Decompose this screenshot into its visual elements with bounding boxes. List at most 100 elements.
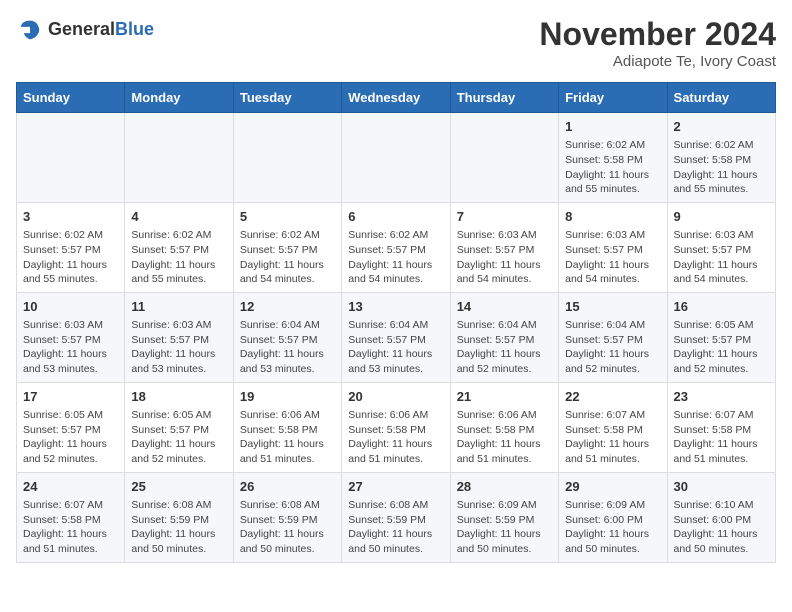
day-of-week-saturday: Saturday <box>667 83 775 113</box>
calendar-cell: 24Sunrise: 6:07 AM Sunset: 5:58 PM Dayli… <box>17 472 125 562</box>
day-number: 8 <box>565 208 660 226</box>
calendar-cell: 26Sunrise: 6:08 AM Sunset: 5:59 PM Dayli… <box>233 472 341 562</box>
calendar-table: SundayMondayTuesdayWednesdayThursdayFrid… <box>16 82 776 563</box>
day-number: 2 <box>674 118 769 136</box>
day-info: Sunrise: 6:06 AM Sunset: 5:58 PM Dayligh… <box>348 408 443 467</box>
calendar-cell <box>17 113 125 203</box>
day-number: 9 <box>674 208 769 226</box>
day-number: 11 <box>131 298 226 316</box>
day-number: 7 <box>457 208 552 226</box>
calendar-week-5: 24Sunrise: 6:07 AM Sunset: 5:58 PM Dayli… <box>17 472 776 562</box>
calendar-cell: 9Sunrise: 6:03 AM Sunset: 5:57 PM Daylig… <box>667 202 775 292</box>
day-info: Sunrise: 6:04 AM Sunset: 5:57 PM Dayligh… <box>348 318 443 377</box>
calendar-week-3: 10 Sunrise: 6:03 AM Sunset: 5:57 PM Dayli… <box>17 292 776 382</box>
day-info: Sunrise: 6:02 AM Sunset: 5:58 PM Dayligh… <box>674 138 769 197</box>
day-info: Sunrise: 6:08 AM Sunset: 5:59 PM Dayligh… <box>240 498 335 557</box>
calendar-cell: 19 Sunrise: 6:06 AM Sunset: 5:58 PM Dayli… <box>233 382 341 472</box>
calendar-cell: 16 Sunrise: 6:05 AM Sunset: 5:57 PM Dayli… <box>667 292 775 382</box>
calendar-cell: 5 Sunrise: 6:02 AM Sunset: 5:57 PM Daylig… <box>233 202 341 292</box>
day-number: 16 <box>674 298 769 316</box>
day-info: Sunrise: 6:05 AM Sunset: 5:57 PM Dayligh… <box>674 318 769 377</box>
location-title: Adiapote Te, Ivory Coast <box>539 53 776 70</box>
calendar-cell: 11 Sunrise: 6:03 AM Sunset: 5:57 PM Dayli… <box>125 292 233 382</box>
calendar-cell <box>125 113 233 203</box>
day-info: Sunrise: 6:02 AM Sunset: 5:57 PM Dayligh… <box>348 228 443 287</box>
day-number: 6 <box>348 208 443 226</box>
day-number: 23 <box>674 388 769 406</box>
title-block: November 2024 Adiapote Te, Ivory Coast <box>539 16 776 70</box>
day-info: Sunrise: 6:03 AM Sunset: 5:57 PM Dayligh… <box>131 318 226 377</box>
day-info: Sunrise: 6:02 AM Sunset: 5:57 PM Dayligh… <box>23 228 118 287</box>
day-of-week-thursday: Thursday <box>450 83 558 113</box>
calendar-cell: 30 Sunrise: 6:10 AM Sunset: 6:00 PM Dayli… <box>667 472 775 562</box>
calendar-cell: 22 Sunrise: 6:07 AM Sunset: 5:58 PM Dayli… <box>559 382 667 472</box>
day-number: 21 <box>457 388 552 406</box>
day-info: Sunrise: 6:04 AM Sunset: 5:57 PM Dayligh… <box>457 318 552 377</box>
day-of-week-wednesday: Wednesday <box>342 83 450 113</box>
day-number: 12 <box>240 298 335 316</box>
day-info: Sunrise: 6:10 AM Sunset: 6:00 PM Dayligh… <box>674 498 769 557</box>
calendar-cell <box>233 113 341 203</box>
day-number: 17 <box>23 388 118 406</box>
day-number: 4 <box>131 208 226 226</box>
calendar-cell: 2 Sunrise: 6:02 AM Sunset: 5:58 PM Daylig… <box>667 113 775 203</box>
page-header: GeneralBlue November 2024 Adiapote Te, I… <box>16 16 776 70</box>
calendar-body: 1 Sunrise: 6:02 AM Sunset: 5:58 PM Daylig… <box>17 113 776 563</box>
day-number: 22 <box>565 388 660 406</box>
calendar-cell <box>342 113 450 203</box>
calendar-cell: 10Sunrise: 6:03 AM Sunset: 5:57 PM Dayli… <box>17 292 125 382</box>
day-info: Sunrise: 6:04 AM Sunset: 5:57 PM Dayligh… <box>240 318 335 377</box>
day-info: Sunrise: 6:02 AM Sunset: 5:57 PM Dayligh… <box>131 228 226 287</box>
day-info: Sunrise: 6:06 AM Sunset: 5:58 PM Dayligh… <box>457 408 552 467</box>
calendar-cell: 15 Sunrise: 6:04 AM Sunset: 5:57 PM Dayli… <box>559 292 667 382</box>
logo: GeneralBlue <box>16 16 154 44</box>
day-number: 19 <box>240 388 335 406</box>
day-number: 20 <box>348 388 443 406</box>
day-info: Sunrise: 6:05 AM Sunset: 5:57 PM Dayligh… <box>23 408 118 467</box>
calendar-cell <box>450 113 558 203</box>
day-number: 18 <box>131 388 226 406</box>
calendar-cell: 17 Sunrise: 6:05 AM Sunset: 5:57 PM Dayli… <box>17 382 125 472</box>
day-info: Sunrise: 6:09 AM Sunset: 5:59 PM Dayligh… <box>457 498 552 557</box>
calendar-week-1: 1 Sunrise: 6:02 AM Sunset: 5:58 PM Daylig… <box>17 113 776 203</box>
day-number: 13 <box>348 298 443 316</box>
month-title: November 2024 <box>539 16 776 53</box>
day-number: 25 <box>131 478 226 496</box>
calendar-cell: 7 Sunrise: 6:03 AM Sunset: 5:57 PM Daylig… <box>450 202 558 292</box>
day-info: Sunrise: 6:07 AM Sunset: 5:58 PM Dayligh… <box>674 408 769 467</box>
day-info: Sunrise: 6:05 AM Sunset: 5:57 PM Dayligh… <box>131 408 226 467</box>
calendar-cell: 12 Sunrise: 6:04 AM Sunset: 5:57 PM Dayli… <box>233 292 341 382</box>
day-number: 14 <box>457 298 552 316</box>
day-number: 1 <box>565 118 660 136</box>
day-info: Sunrise: 6:06 AM Sunset: 5:58 PM Dayligh… <box>240 408 335 467</box>
day-number: 15 <box>565 298 660 316</box>
day-info: Sunrise: 6:03 AM Sunset: 5:57 PM Dayligh… <box>457 228 552 287</box>
day-info: Sunrise: 6:08 AM Sunset: 5:59 PM Dayligh… <box>131 498 226 557</box>
day-number: 5 <box>240 208 335 226</box>
calendar-cell: 20 Sunrise: 6:06 AM Sunset: 5:58 PM Dayli… <box>342 382 450 472</box>
day-info: Sunrise: 6:02 AM Sunset: 5:58 PM Dayligh… <box>565 138 660 197</box>
day-of-week-sunday: Sunday <box>17 83 125 113</box>
day-info: Sunrise: 6:02 AM Sunset: 5:57 PM Dayligh… <box>240 228 335 287</box>
calendar-cell: 4 Sunrise: 6:02 AM Sunset: 5:57 PM Daylig… <box>125 202 233 292</box>
calendar-week-2: 3Sunrise: 6:02 AM Sunset: 5:57 PM Daylig… <box>17 202 776 292</box>
day-number: 29 <box>565 478 660 496</box>
logo-icon <box>16 16 44 44</box>
calendar-cell: 13 Sunrise: 6:04 AM Sunset: 5:57 PM Dayli… <box>342 292 450 382</box>
day-info: Sunrise: 6:04 AM Sunset: 5:57 PM Dayligh… <box>565 318 660 377</box>
calendar-cell: 1 Sunrise: 6:02 AM Sunset: 5:58 PM Daylig… <box>559 113 667 203</box>
day-info: Sunrise: 6:08 AM Sunset: 5:59 PM Dayligh… <box>348 498 443 557</box>
day-info: Sunrise: 6:09 AM Sunset: 6:00 PM Dayligh… <box>565 498 660 557</box>
day-number: 30 <box>674 478 769 496</box>
day-info: Sunrise: 6:03 AM Sunset: 5:57 PM Dayligh… <box>565 228 660 287</box>
logo-text: GeneralBlue <box>48 19 154 41</box>
calendar-cell: 28Sunrise: 6:09 AM Sunset: 5:59 PM Dayli… <box>450 472 558 562</box>
calendar-week-4: 17 Sunrise: 6:05 AM Sunset: 5:57 PM Dayli… <box>17 382 776 472</box>
day-info: Sunrise: 6:07 AM Sunset: 5:58 PM Dayligh… <box>565 408 660 467</box>
calendar-cell: 23 Sunrise: 6:07 AM Sunset: 5:58 PM Dayli… <box>667 382 775 472</box>
calendar-cell: 25 Sunrise: 6:08 AM Sunset: 5:59 PM Dayli… <box>125 472 233 562</box>
calendar-cell: 3Sunrise: 6:02 AM Sunset: 5:57 PM Daylig… <box>17 202 125 292</box>
calendar-header: SundayMondayTuesdayWednesdayThursdayFrid… <box>17 83 776 113</box>
days-of-week-row: SundayMondayTuesdayWednesdayThursdayFrid… <box>17 83 776 113</box>
day-number: 10 <box>23 298 118 316</box>
